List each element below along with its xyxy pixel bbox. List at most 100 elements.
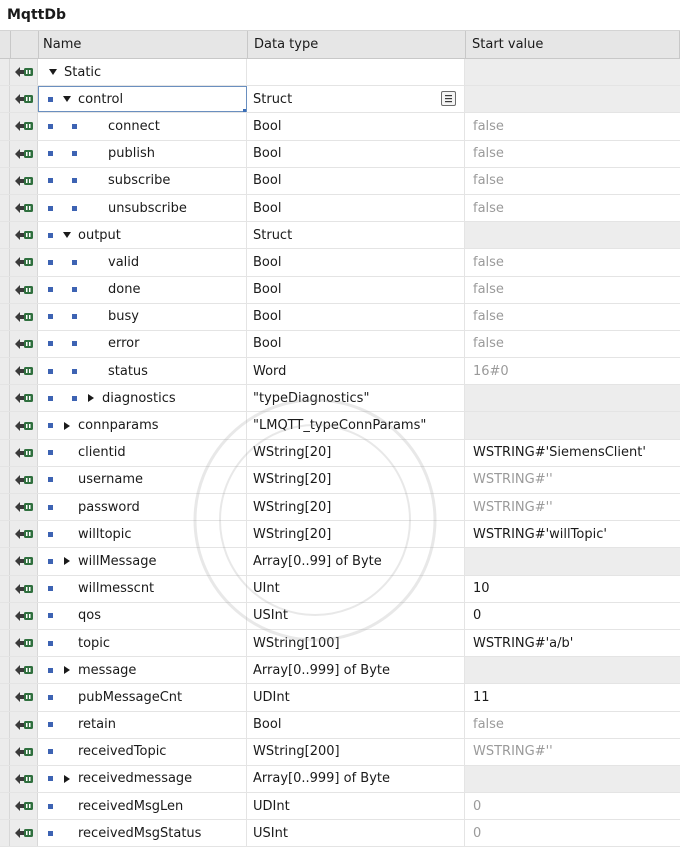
data-type-cell[interactable]: UDInt — [247, 684, 465, 711]
name-cell[interactable]: unsubscribe — [38, 194, 247, 222]
table-row[interactable]: publish Bool false — [0, 140, 680, 168]
start-value-cell[interactable]: WSTRING#'willTopic' — [465, 521, 680, 547]
table-row[interactable]: connparams "LMQTT_typeConnParams" — [0, 412, 680, 440]
table-row[interactable]: subscribe Bool false — [0, 167, 680, 195]
name-cell[interactable]: topic — [38, 629, 247, 657]
data-type-cell[interactable]: Bool — [247, 276, 465, 303]
data-type-cell[interactable]: WString[200] — [247, 738, 465, 765]
data-type-cell[interactable]: Array[0..999] of Byte — [247, 657, 465, 684]
table-row[interactable]: willmesscnt UInt 10 — [0, 575, 680, 603]
table-row[interactable]: willtopic WString[20] WSTRING#'willTopic' — [0, 521, 680, 549]
data-type-cell[interactable]: Struct — [247, 86, 465, 113]
data-type-cell[interactable]: WString[20] — [247, 466, 465, 493]
name-cell[interactable]: busy — [38, 303, 247, 330]
data-type-cell[interactable]: Bool — [247, 140, 465, 167]
data-type-cell[interactable]: WString[20] — [247, 494, 465, 521]
data-type-cell[interactable]: Struct — [247, 222, 465, 249]
data-type-cell[interactable]: Word — [247, 358, 465, 385]
data-type-cell[interactable]: UDInt — [247, 793, 465, 820]
table-row[interactable]: willMessage Array[0..99] of Byte — [0, 548, 680, 576]
start-value-cell[interactable]: WSTRING#'' — [465, 467, 680, 493]
name-cell[interactable]: willMessage — [38, 548, 247, 575]
table-row[interactable]: output Struct — [0, 222, 680, 250]
name-cell[interactable]: retain — [38, 711, 247, 738]
table-row[interactable]: receivedMsgLen UDInt 0 — [0, 793, 680, 821]
data-type-cell[interactable]: Bool — [247, 330, 465, 358]
name-cell[interactable]: diagnostics — [38, 385, 247, 412]
start-value-cell[interactable]: 11 — [465, 684, 680, 710]
start-value-cell[interactable]: WSTRING#'a/b' — [465, 630, 680, 656]
name-cell[interactable]: receivedmessage — [38, 765, 247, 793]
data-type-cell[interactable]: Array[0..99] of Byte — [247, 548, 465, 575]
expand-right-icon[interactable] — [84, 394, 98, 403]
name-cell[interactable]: receivedMsgStatus — [38, 820, 247, 847]
name-cell[interactable]: status — [38, 358, 247, 385]
data-type-cell[interactable]: UInt — [247, 575, 465, 602]
data-type-cell[interactable]: Bool — [247, 249, 465, 276]
header-data-type[interactable]: Data type — [248, 31, 466, 58]
table-row[interactable]: clientid WString[20] WSTRING#'SiemensClien… — [0, 439, 680, 467]
name-cell[interactable]: publish — [38, 140, 247, 167]
table-row[interactable]: qos USInt 0 — [0, 602, 680, 630]
data-type-cell[interactable]: USInt — [247, 602, 465, 629]
table-row[interactable]: error Bool false — [0, 330, 680, 359]
start-value-cell[interactable]: 16#0 — [465, 358, 680, 384]
name-cell[interactable]: message — [38, 657, 247, 684]
start-value-cell[interactable]: WSTRING#'' — [465, 739, 680, 765]
expand-right-icon[interactable] — [60, 666, 74, 675]
table-row[interactable]: Static — [0, 59, 680, 87]
data-type-cell[interactable] — [247, 59, 465, 86]
table-row[interactable]: pubMessageCnt UDInt 11 — [0, 684, 680, 712]
expand-down-icon[interactable] — [46, 69, 60, 76]
name-cell[interactable]: username — [38, 466, 247, 493]
start-value-cell[interactable]: false — [465, 113, 680, 139]
name-cell[interactable]: qos — [38, 602, 247, 629]
table-row[interactable]: topic WString[100] WSTRING#'a/b' — [0, 629, 680, 658]
data-type-cell[interactable]: WString[100] — [247, 629, 465, 657]
name-cell[interactable]: receivedMsgLen — [38, 793, 247, 820]
start-value-cell[interactable]: false — [465, 304, 680, 330]
table-row[interactable]: busy Bool false — [0, 303, 680, 331]
data-type-cell[interactable]: Bool — [247, 113, 465, 140]
data-type-cell[interactable]: "LMQTT_typeConnParams" — [247, 412, 465, 439]
data-type-cell[interactable]: Array[0..999] of Byte — [247, 765, 465, 793]
name-cell[interactable]: willtopic — [38, 521, 247, 548]
name-cell[interactable]: output — [38, 222, 247, 249]
start-value-cell[interactable]: WSTRING#'SiemensClient' — [465, 440, 680, 466]
expand-right-icon[interactable] — [60, 774, 74, 783]
name-cell[interactable]: control — [38, 86, 247, 113]
table-row[interactable]: diagnostics "typeDiagnostics" — [0, 385, 680, 413]
name-cell[interactable]: Static — [38, 59, 247, 86]
table-row[interactable]: valid Bool false — [0, 249, 680, 277]
start-value-cell[interactable]: false — [465, 712, 680, 738]
name-cell[interactable]: done — [38, 276, 247, 303]
table-row[interactable]: username WString[20] WSTRING#'' — [0, 466, 680, 494]
name-cell[interactable]: connect — [38, 113, 247, 140]
type-browse-button[interactable] — [441, 91, 456, 107]
expand-down-icon[interactable] — [60, 96, 74, 103]
start-value-cell[interactable]: false — [465, 168, 680, 194]
start-value-cell[interactable]: false — [465, 331, 680, 357]
start-value-cell[interactable]: 0 — [465, 793, 680, 819]
table-row[interactable]: control Struct — [0, 86, 680, 114]
data-type-cell[interactable]: WString[20] — [247, 439, 465, 466]
header-name[interactable]: Name — [39, 31, 248, 58]
start-value-cell[interactable]: WSTRING#'' — [465, 494, 680, 520]
table-row[interactable]: message Array[0..999] of Byte — [0, 657, 680, 685]
expand-down-icon[interactable] — [60, 232, 74, 239]
start-value-cell[interactable]: 0 — [465, 603, 680, 629]
data-type-cell[interactable]: Bool — [247, 194, 465, 222]
name-cell[interactable]: error — [38, 330, 247, 358]
name-cell[interactable]: valid — [38, 249, 247, 276]
start-value-cell[interactable]: 10 — [465, 576, 680, 602]
expand-right-icon[interactable] — [60, 421, 74, 430]
table-row[interactable]: connect Bool false — [0, 113, 680, 141]
data-type-cell[interactable]: Bool — [247, 711, 465, 738]
name-cell[interactable]: clientid — [38, 439, 247, 466]
name-cell[interactable]: willmesscnt — [38, 575, 247, 602]
table-row[interactable]: receivedMsgStatus USInt 0 — [0, 820, 680, 848]
start-value-cell[interactable]: false — [465, 141, 680, 167]
table-row[interactable]: done Bool false — [0, 276, 680, 304]
start-value-cell[interactable]: 0 — [465, 820, 680, 846]
table-row[interactable]: password WString[20] WSTRING#'' — [0, 494, 680, 522]
